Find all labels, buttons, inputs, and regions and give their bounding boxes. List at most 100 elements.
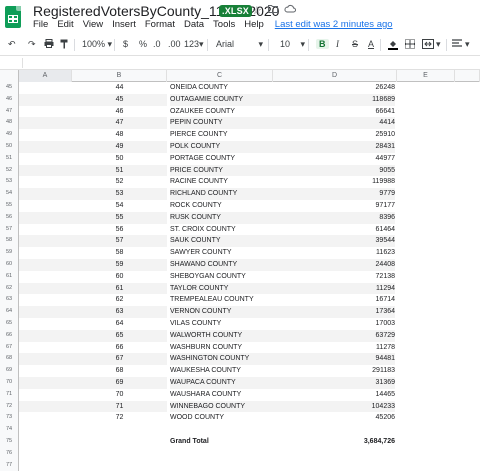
cell-index[interactable]: 63 <box>72 306 167 318</box>
column-header-b[interactable]: B <box>72 70 167 82</box>
cell-index[interactable]: 49 <box>72 141 167 153</box>
decrease-decimal-button[interactable]: .0 <box>153 39 161 49</box>
cell-voters[interactable] <box>273 448 395 460</box>
cell-voters[interactable]: 26248 <box>273 82 395 94</box>
cell-county[interactable]: PIERCE COUNTY <box>170 129 273 141</box>
cell-county[interactable]: WAUKESHA COUNTY <box>170 365 273 377</box>
cell-index[interactable]: 72 <box>72 412 167 424</box>
cell-a[interactable] <box>19 200 72 212</box>
cell-a[interactable] <box>19 106 72 118</box>
cell-a[interactable] <box>19 424 72 436</box>
menu-help[interactable]: Help <box>244 19 264 30</box>
merge-cells-icon[interactable] <box>422 39 434 51</box>
cell-a[interactable] <box>19 153 72 165</box>
row-number[interactable]: 76 <box>0 447 19 460</box>
column-header-e[interactable]: E <box>397 70 455 82</box>
cell-a[interactable] <box>19 141 72 153</box>
cell-voters[interactable]: 17003 <box>273 318 395 330</box>
cell-voters[interactable]: 61464 <box>273 224 395 236</box>
cell-index[interactable]: 53 <box>72 188 167 200</box>
align-dropdown-icon[interactable]: ▾ <box>465 39 470 50</box>
horizontal-align-icon[interactable] <box>452 39 462 50</box>
cell-index[interactable]: 51 <box>72 164 167 177</box>
cell-a[interactable] <box>19 389 72 401</box>
column-header-a[interactable]: A <box>19 70 72 82</box>
cell-voters[interactable]: 17364 <box>273 306 395 318</box>
more-formats-select[interactable]: 123▾ <box>184 39 204 50</box>
cell-county[interactable]: SHEBOYGAN COUNTY <box>170 271 273 283</box>
cell-index[interactable]: 45 <box>72 93 167 106</box>
menu-edit[interactable]: Edit <box>57 19 73 30</box>
cell-county[interactable]: WASHBURN COUNTY <box>170 342 273 354</box>
row-number[interactable]: 57 <box>0 223 19 236</box>
cell-a[interactable] <box>19 271 72 283</box>
cell-voters[interactable]: 9779 <box>273 188 395 200</box>
cell-voters[interactable]: 8396 <box>273 211 395 224</box>
row-number[interactable]: 55 <box>0 200 19 212</box>
cell-county[interactable]: OUTAGAMIE COUNTY <box>170 93 273 106</box>
cell-voters[interactable] <box>273 460 395 472</box>
menu-insert[interactable]: Insert <box>112 19 136 30</box>
cell-county[interactable]: ROCK COUNTY <box>170 200 273 212</box>
row-number[interactable]: 53 <box>0 176 19 189</box>
print-icon[interactable] <box>44 39 54 50</box>
row-number[interactable]: 74 <box>0 424 19 436</box>
cell-voters[interactable]: 291183 <box>273 365 395 377</box>
cell-index[interactable] <box>72 436 167 448</box>
cell-voters[interactable]: 118689 <box>273 93 395 106</box>
menu-file[interactable]: File <box>33 19 48 30</box>
cell-a[interactable] <box>19 460 72 472</box>
cell-index[interactable]: 54 <box>72 200 167 212</box>
cell-county[interactable]: PEPIN COUNTY <box>170 117 273 130</box>
row-number[interactable]: 51 <box>0 152 19 165</box>
cell-a[interactable] <box>19 329 72 342</box>
cell-a[interactable] <box>19 93 72 106</box>
currency-format-button[interactable]: $ <box>123 39 128 49</box>
cell-county[interactable]: WAUPACA COUNTY <box>170 377 273 389</box>
cell-a[interactable] <box>19 342 72 354</box>
strikethrough-button[interactable]: S <box>352 39 358 49</box>
cell-county[interactable]: OZAUKEE COUNTY <box>170 106 273 118</box>
last-edit-link[interactable]: Last edit was 2 minutes ago <box>275 19 393 30</box>
cell-county[interactable]: PRICE COUNTY <box>170 164 273 177</box>
menu-view[interactable]: View <box>83 19 103 30</box>
select-all-corner[interactable] <box>0 70 19 82</box>
cell-a[interactable] <box>19 211 72 224</box>
cell-a[interactable] <box>19 129 72 141</box>
row-number[interactable]: 69 <box>0 365 19 377</box>
cell-index[interactable]: 58 <box>72 247 167 259</box>
cell-county[interactable]: SAUK COUNTY <box>170 235 273 248</box>
cell-county[interactable] <box>170 448 273 460</box>
cell-county[interactable]: WASHINGTON COUNTY <box>170 353 273 366</box>
sheets-logo-icon[interactable] <box>5 6 21 28</box>
cell-voters[interactable]: 14465 <box>273 389 395 401</box>
cell-voters[interactable]: 39544 <box>273 235 395 248</box>
cell-a[interactable] <box>19 306 72 318</box>
cell-index[interactable]: 65 <box>72 329 167 342</box>
cell-a[interactable] <box>19 365 72 377</box>
cell-a[interactable] <box>19 188 72 200</box>
menu-data[interactable]: Data <box>184 19 204 30</box>
cell-county[interactable]: RUSK COUNTY <box>170 211 273 224</box>
cell-county[interactable]: TREMPEALEAU COUNTY <box>170 294 273 306</box>
menu-tools[interactable]: Tools <box>213 19 235 30</box>
row-number[interactable]: 61 <box>0 270 19 283</box>
cell-voters[interactable]: 119988 <box>273 176 395 188</box>
row-number[interactable]: 63 <box>0 294 19 307</box>
cell-voters[interactable]: 28431 <box>273 141 395 153</box>
row-number[interactable]: 64 <box>0 306 19 318</box>
row-number[interactable]: 60 <box>0 259 19 271</box>
cell-voters[interactable]: 9055 <box>273 164 395 177</box>
menu-format[interactable]: Format <box>145 19 175 30</box>
cell-voters[interactable]: 31369 <box>273 377 395 389</box>
cell-county[interactable]: Grand Total <box>170 436 273 448</box>
row-number[interactable]: 54 <box>0 188 19 200</box>
cell-county[interactable]: RICHLAND COUNTY <box>170 188 273 200</box>
column-header-c[interactable]: C <box>167 70 273 82</box>
cell-a[interactable] <box>19 117 72 130</box>
row-number[interactable]: 45 <box>0 82 19 94</box>
zoom-select[interactable]: 100% ▾ <box>82 39 112 50</box>
row-number[interactable]: 47 <box>0 105 19 118</box>
redo-icon[interactable]: ↷ <box>28 39 36 50</box>
row-number[interactable]: 46 <box>0 93 19 106</box>
